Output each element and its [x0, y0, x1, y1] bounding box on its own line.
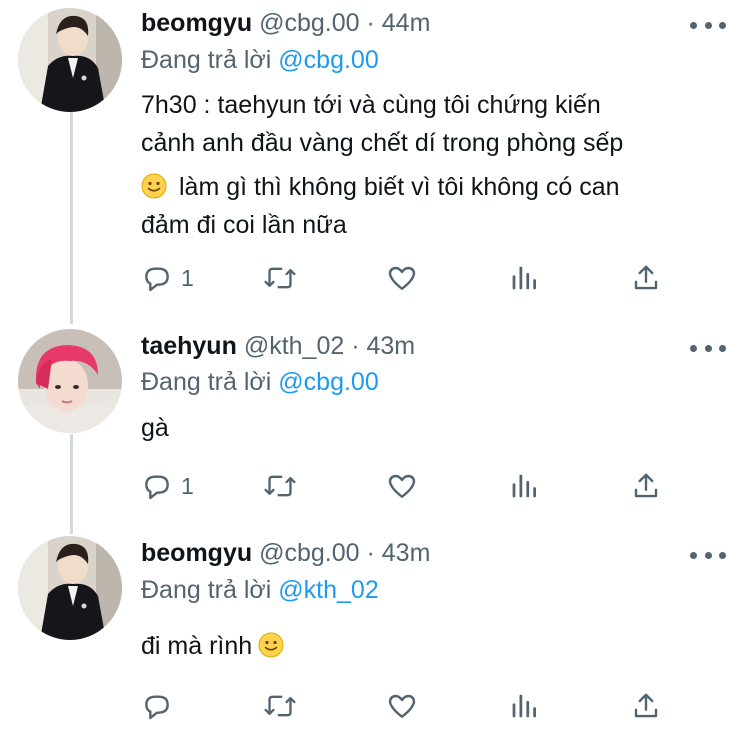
tweet-text-line-with-emoji: đi mà rình [141, 627, 731, 665]
reply-button[interactable]: 1 [141, 260, 194, 296]
tweet-header: taehyun @kth_02 · 43m [141, 331, 415, 361]
tweet-header: beomgyu @cbg.00 · 44m [141, 8, 430, 38]
reply-icon [145, 695, 169, 720]
username[interactable]: @cbg.00 [259, 9, 359, 37]
analytics-icon [512, 474, 536, 498]
tweet-text-segment: làm gì thì không biết vì tôi không có ca… [179, 173, 620, 201]
reply-icon [145, 267, 169, 292]
analytics-icon [512, 266, 536, 290]
slightly-smiling-face-emoji [141, 173, 167, 199]
reply-count: 1 [181, 472, 194, 499]
thread-connector [70, 434, 73, 534]
retweet-icon [264, 475, 296, 497]
tweet-text: gà [141, 409, 731, 447]
tweet-text: 7h30 : taehyun tới và cùng tôi chứng kiế… [141, 86, 731, 244]
reply-context: Đang trả lời @cbg.00 [141, 367, 379, 397]
more-icon[interactable] [690, 333, 726, 363]
tweet-text-segment: đi mà rình [141, 632, 253, 660]
retweet-button[interactable] [263, 688, 297, 724]
reply-prefix: Đang trả lời [141, 576, 272, 604]
tweet-actions: 1 [141, 468, 731, 504]
retweet-icon [264, 695, 296, 717]
tweet-text-line: 7h30 : taehyun tới và cùng tôi chứng kiế… [141, 91, 601, 119]
reply-mention-link[interactable]: @kth_02 [278, 576, 378, 604]
slightly-smiling-face-emoji [258, 632, 284, 658]
share-icon [634, 265, 658, 290]
share-button[interactable] [631, 468, 661, 504]
display-name[interactable]: taehyun [141, 332, 237, 360]
timestamp[interactable]: 43m [367, 332, 416, 360]
username[interactable]: @kth_02 [244, 332, 344, 360]
tweet-thread: beomgyu @cbg.00 · 44m Đang trả lời @cbg.… [0, 0, 750, 729]
tweet-text-line-with-emoji: làm gì thì không biết vì tôi không có ca… [141, 168, 731, 206]
heart-icon [388, 694, 416, 718]
username[interactable]: @cbg.00 [259, 539, 359, 567]
display-name[interactable]: beomgyu [141, 539, 252, 567]
like-button[interactable] [386, 688, 418, 724]
reply-count: 1 [181, 264, 194, 291]
analytics-button[interactable] [509, 260, 539, 296]
reply-prefix: Đang trả lời [141, 368, 272, 396]
analytics-button[interactable] [509, 688, 539, 724]
retweet-button[interactable] [263, 468, 297, 504]
tweet-text: đi mà rình [141, 627, 731, 665]
reply-icon [145, 475, 169, 500]
reply-prefix: Đang trả lời [141, 46, 272, 74]
tweet-text-line: cảnh anh đầu vàng chết dí trong phòng sế… [141, 129, 624, 157]
tweet-text-line: đảm đi coi lần nữa [141, 211, 347, 239]
reply-context: Đang trả lời @cbg.00 [141, 45, 379, 75]
reply-mention-link[interactable]: @cbg.00 [278, 46, 378, 74]
analytics-button[interactable] [509, 468, 539, 504]
tweet-header: beomgyu @cbg.00 · 43m [141, 538, 430, 568]
share-icon [634, 693, 658, 718]
display-name[interactable]: beomgyu [141, 9, 252, 37]
timestamp[interactable]: 44m [382, 9, 431, 37]
tweet-actions [141, 688, 731, 724]
separator: · [366, 9, 375, 37]
heart-icon [388, 474, 416, 498]
retweet-icon [264, 267, 296, 289]
reply-button[interactable] [141, 688, 181, 724]
tweet-text-line: gà [141, 414, 169, 442]
reply-context: Đang trả lời @kth_02 [141, 575, 379, 605]
separator: · [351, 332, 360, 360]
share-icon [634, 473, 658, 498]
avatar[interactable] [18, 329, 122, 433]
share-button[interactable] [631, 688, 661, 724]
heart-icon [388, 266, 416, 290]
share-button[interactable] [631, 260, 661, 296]
avatar[interactable] [18, 8, 122, 112]
retweet-button[interactable] [263, 260, 297, 296]
reply-mention-link[interactable]: @cbg.00 [278, 368, 378, 396]
like-button[interactable] [386, 468, 418, 504]
timestamp[interactable]: 43m [382, 539, 431, 567]
avatar[interactable] [18, 536, 122, 640]
separator: · [366, 539, 375, 567]
thread-connector [70, 112, 73, 324]
more-icon[interactable] [690, 10, 726, 40]
like-button[interactable] [386, 260, 418, 296]
analytics-icon [512, 694, 536, 718]
more-icon[interactable] [690, 540, 726, 570]
tweet-actions: 1 [141, 260, 731, 296]
reply-button[interactable]: 1 [141, 468, 194, 504]
